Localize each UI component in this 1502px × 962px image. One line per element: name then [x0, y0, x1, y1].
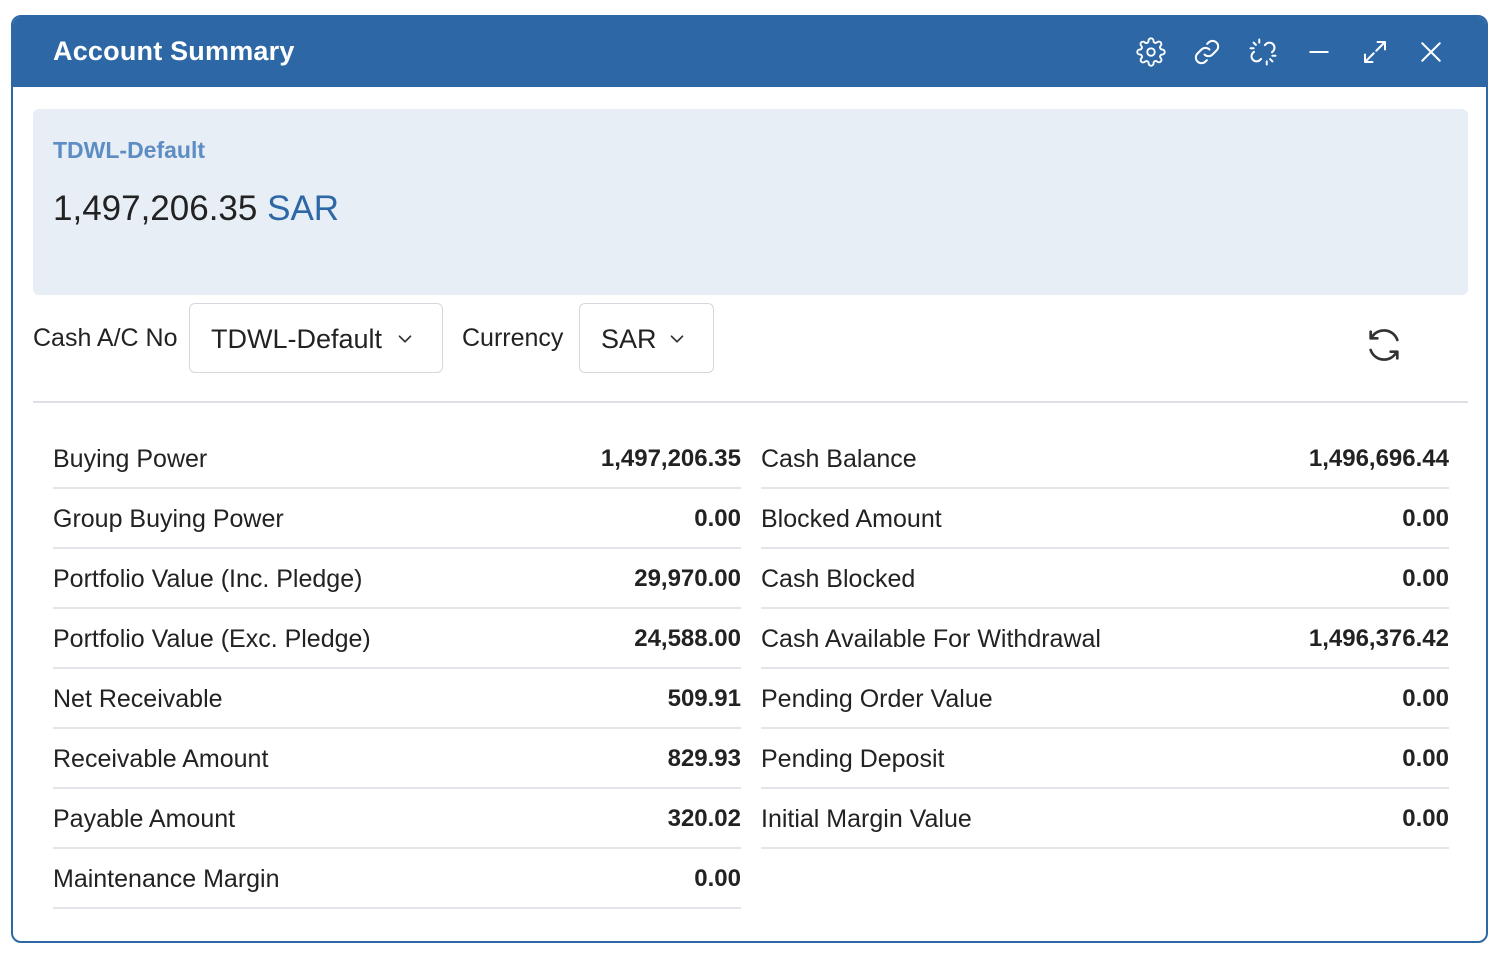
- currency-select[interactable]: SAR: [579, 303, 714, 373]
- metric-label: Cash Blocked: [761, 565, 916, 593]
- metric-value: 0.00: [1402, 805, 1449, 832]
- cash-ac-label: Cash A/C No: [33, 324, 178, 352]
- settings-icon[interactable]: [1136, 37, 1166, 67]
- close-icon[interactable]: [1416, 37, 1446, 67]
- metric-value: 0.00: [1402, 685, 1449, 712]
- minimize-icon[interactable]: [1304, 37, 1334, 67]
- metric-label: Maintenance Margin: [53, 865, 280, 893]
- metric-row: Portfolio Value (Inc. Pledge) 29,970.00: [53, 549, 741, 609]
- metric-value: 24,588.00: [634, 625, 741, 652]
- metric-row: Initial Margin Value 0.00: [761, 789, 1449, 849]
- metric-label: Group Buying Power: [53, 505, 284, 533]
- maximize-icon[interactable]: [1360, 37, 1390, 67]
- account-summary-card: TDWL-Default 1,497,206.35 SAR: [33, 109, 1468, 295]
- metric-row: Cash Available For Withdrawal 1,496,376.4…: [761, 609, 1449, 669]
- metric-row: Buying Power 1,497,206.35: [53, 429, 741, 489]
- metric-row: Pending Order Value 0.00: [761, 669, 1449, 729]
- metric-value: 509.91: [667, 685, 741, 712]
- metric-row: Group Buying Power 0.00: [53, 489, 741, 549]
- metric-label: Net Receivable: [53, 685, 223, 713]
- metric-label: Initial Margin Value: [761, 805, 972, 833]
- currency-label: Currency: [462, 324, 564, 352]
- metric-value: 0.00: [694, 865, 741, 892]
- metric-value: 1,496,696.44: [1308, 445, 1449, 472]
- metric-label: Receivable Amount: [53, 745, 269, 773]
- metric-label: Pending Order Value: [761, 685, 993, 713]
- summary-balance: 1,497,206.35 SAR: [53, 189, 339, 229]
- metric-label: Buying Power: [53, 445, 208, 473]
- metric-row: Portfolio Value (Exc. Pledge) 24,588.00: [53, 609, 741, 669]
- metric-row: Cash Balance 1,496,696.44: [761, 429, 1449, 489]
- chevron-down-icon: [398, 335, 412, 343]
- chevron-down-icon: [670, 335, 684, 343]
- metric-value: 0.00: [1402, 745, 1449, 772]
- summary-account-name: TDWL-Default: [53, 137, 206, 163]
- metric-row: Maintenance Margin 0.00: [53, 849, 741, 909]
- title-bar[interactable]: Account Summary: [13, 17, 1486, 87]
- metric-row: Cash Blocked 0.00: [761, 549, 1449, 609]
- metric-value: 0.00: [694, 505, 741, 532]
- metric-value: 0.00: [1402, 505, 1449, 532]
- metric-label: Blocked Amount: [761, 505, 942, 533]
- metric-row: Receivable Amount 829.93: [53, 729, 741, 789]
- refresh-icon[interactable]: [1364, 325, 1404, 365]
- account-summary-window: Account Summary TDWL-Default 1,497,206.3…: [11, 15, 1488, 943]
- metric-value: 0.00: [1402, 565, 1449, 592]
- metric-label: Cash Balance: [761, 445, 917, 473]
- metric-row: Pending Deposit 0.00: [761, 729, 1449, 789]
- unlink-icon[interactable]: [1248, 37, 1278, 67]
- metric-value: 1,496,376.42: [1308, 625, 1449, 652]
- metric-value: 29,970.00: [634, 565, 741, 592]
- metric-row: Payable Amount 320.02: [53, 789, 741, 849]
- metric-value: 320.02: [667, 805, 741, 832]
- right-metrics-column: Cash Balance 1,496,696.44 Blocked Amount 0.…: [761, 429, 1449, 849]
- left-metrics-column: Buying Power 1,497,206.35 Group Buying Pow…: [53, 429, 741, 909]
- link-icon[interactable]: [1192, 37, 1222, 67]
- metric-label: Portfolio Value (Exc. Pledge): [53, 625, 371, 653]
- metric-value: 1,497,206.35: [600, 445, 741, 472]
- window-title: Account Summary: [53, 36, 295, 66]
- metric-label: Pending Deposit: [761, 745, 945, 773]
- cash-ac-select[interactable]: TDWL-Default: [189, 303, 443, 373]
- section-divider: [33, 401, 1468, 403]
- currency-select-value: SAR: [601, 324, 657, 354]
- summary-currency: SAR: [267, 189, 340, 228]
- metric-label: Cash Available For Withdrawal: [761, 625, 1101, 653]
- metric-label: Portfolio Value (Inc. Pledge): [53, 565, 363, 593]
- summary-amount-value: 1,497,206.35: [53, 189, 258, 228]
- cash-ac-select-value: TDWL-Default: [211, 324, 383, 354]
- metric-value: 829.93: [667, 745, 741, 772]
- filter-bar: Cash A/C No TDWL-Default Currency SAR: [33, 303, 1468, 375]
- metric-row: Blocked Amount 0.00: [761, 489, 1449, 549]
- metric-row: Net Receivable 509.91: [53, 669, 741, 729]
- metric-label: Payable Amount: [53, 805, 236, 833]
